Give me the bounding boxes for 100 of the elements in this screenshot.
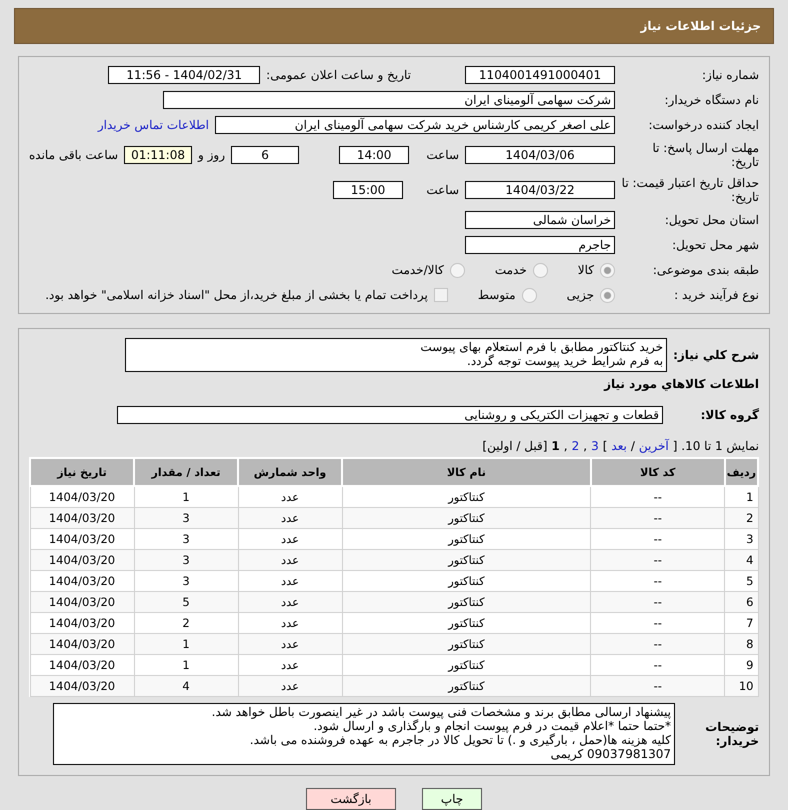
contact-link[interactable]: اطلاعات تماس خریدار — [98, 118, 209, 132]
field-label: شماره نیاز: — [701, 68, 759, 82]
field-label: گروه کالا: — [700, 408, 759, 422]
column-header: تاریخ نیاز — [30, 458, 134, 486]
need-number-field: 1104001491000401 — [465, 66, 615, 84]
table-cell: 2 — [134, 612, 238, 634]
field-label: ایجاد کننده درخواست: — [647, 118, 759, 132]
table-cell: -- — [590, 550, 725, 570]
radio-button[interactable] — [450, 262, 465, 278]
field-label: استان محل تحویل: — [664, 213, 759, 227]
table-cell: کنتاکتور — [342, 634, 591, 654]
table-cell: عدد — [238, 592, 342, 612]
table-cell: عدد — [238, 570, 342, 592]
creator-field: علی اصغر کریمی کارشناس خرید شرکت سهامی آلومینای ایران — [215, 116, 615, 134]
radio-label: کالا/خدمت — [392, 263, 444, 277]
radio-label: خدمت — [494, 263, 527, 277]
radio-button[interactable] — [532, 262, 548, 278]
print-button[interactable]: چاپ — [422, 788, 482, 810]
table-cell: 1404/03/20 — [30, 486, 134, 508]
table-cell: 7 — [724, 612, 758, 634]
checkbox-label: پرداخت تمام یا بخشی از مبلغ خرید،از محل "اسناد خزانه اسلامی" خواهد بود. — [45, 288, 428, 302]
notes-box: پیشنهاد ارسالی مطابق برند و مشخصات فنی پیوست باشد در غیر اینصورت باطل خواهد شد. *حتما حتما *اعلام قیمت در فرم پیوست انجام و بارگذاری و ارسال شود. کلیه هزینه ها(حمل ، بارگیری و .) تا تحویل کالا در جاجرم به عهده فروشنده می باشد. 09037981307 کریمی — [53, 703, 675, 765]
table-cell: کنتاکتور — [342, 592, 591, 612]
back-button[interactable]: بازگشت — [306, 788, 396, 810]
table-cell: 1 — [134, 486, 238, 508]
table-cell: -- — [590, 528, 725, 550]
table-cell: کنتاکتور — [342, 528, 591, 550]
table-cell: عدد — [238, 550, 342, 570]
table-cell: عدد — [238, 654, 342, 676]
table-cell: 1404/03/20 — [30, 612, 134, 634]
field-label: طبقه بندی موضوعی: — [652, 263, 759, 277]
pagination-text: ] — [602, 439, 608, 453]
table-cell: 1404/03/20 — [30, 654, 134, 676]
table-cell: 1404/03/20 — [30, 550, 134, 570]
radio-label: جزیی — [566, 288, 594, 302]
table-cell: -- — [590, 676, 725, 696]
table-cell: -- — [590, 612, 725, 634]
radio-button[interactable] — [522, 288, 537, 302]
days-field: 6 — [231, 146, 300, 164]
table-cell: کنتاکتور — [342, 570, 591, 592]
table-cell: عدد — [238, 676, 342, 696]
column-header: کد کالا — [590, 458, 725, 486]
section-title: اطلاعات کالاهاي مورد نياز — [602, 377, 759, 391]
table-cell: 2 — [724, 508, 758, 528]
table-cell: 3 — [134, 550, 238, 570]
table-cell: عدد — [238, 634, 342, 654]
checkbox[interactable] — [434, 288, 448, 302]
table-cell: -- — [590, 508, 725, 528]
remaining-time-field: 01:11:08 — [124, 146, 192, 164]
pagination-text: نمایش 1 تا 10. [ — [672, 439, 759, 453]
table-cell: 1404/03/20 — [30, 508, 134, 528]
page-link[interactable]: آخرین — [638, 439, 669, 453]
page-link[interactable]: 2 — [572, 439, 580, 453]
field-label: نام دستگاه خریدار: — [664, 93, 759, 107]
deadline-time-field: 14:00 — [339, 146, 410, 164]
table-cell: عدد — [238, 612, 342, 634]
table-cell: 4 — [134, 676, 238, 696]
table-cell: کنتاکتور — [342, 486, 591, 508]
table-cell: -- — [590, 634, 725, 654]
radio-label: کالا — [578, 263, 594, 277]
announce-date-field: 1404/02/31 - 11:56 — [108, 66, 260, 84]
radio-button[interactable] — [600, 288, 615, 302]
field-label: ساعت — [425, 148, 459, 162]
table-cell: 3 — [134, 528, 238, 550]
table-cell: کنتاکتور — [342, 676, 591, 696]
table-cell: 4 — [724, 550, 758, 570]
table-cell: 1404/03/20 — [30, 528, 134, 550]
table-cell: کنتاکتور — [342, 508, 591, 528]
column-header: نام کالا — [342, 458, 591, 486]
table-cell: 1404/03/20 — [30, 676, 134, 696]
table-cell: -- — [590, 570, 725, 592]
field-label: ساعت — [425, 183, 459, 197]
field-label: مهلت ارسال پاسخ: تا تاریخ: — [651, 141, 759, 169]
field-label: تاریخ و ساعت اعلان عمومی: — [266, 68, 411, 82]
table-cell: 6 — [724, 592, 758, 612]
table-cell: 1404/03/20 — [30, 570, 134, 592]
table-cell: 10 — [724, 676, 758, 696]
table-cell: عدد — [238, 508, 342, 528]
table-cell: 1 — [134, 634, 238, 654]
column-header: واحد شمارش — [238, 458, 342, 486]
table-cell: عدد — [238, 528, 342, 550]
table-cell: -- — [590, 592, 725, 612]
table-cell: 1 — [134, 654, 238, 676]
pagination-text: / — [630, 439, 635, 453]
table-cell: 1404/03/20 — [30, 634, 134, 654]
table-cell: 3 — [134, 508, 238, 528]
table-cell: عدد — [238, 486, 342, 508]
validity-time-field: 15:00 — [333, 181, 403, 199]
radio-button[interactable] — [600, 262, 615, 278]
city-field: جاجرم — [465, 236, 615, 254]
table-cell: 1 — [724, 486, 758, 508]
field-label: روز و — [198, 148, 226, 162]
page-link[interactable]: بعد — [611, 439, 627, 453]
page-link[interactable]: 3 — [591, 439, 599, 453]
table-cell: 1404/03/20 — [30, 592, 134, 612]
page-title: جزئیات اطلاعات نیاز — [640, 19, 761, 33]
description-box: خرید کنتاکتور مطابق با فرم استعلام بهای پیوست به فرم شرایط خرید پیوست توجه گردد. — [125, 338, 668, 372]
validity-date-field: 1404/03/22 — [465, 181, 615, 199]
column-header: تعداد / مقدار — [134, 458, 238, 486]
goods-group-field: قطعات و تجهیزات الکتریکی و روشنایی — [117, 406, 663, 424]
